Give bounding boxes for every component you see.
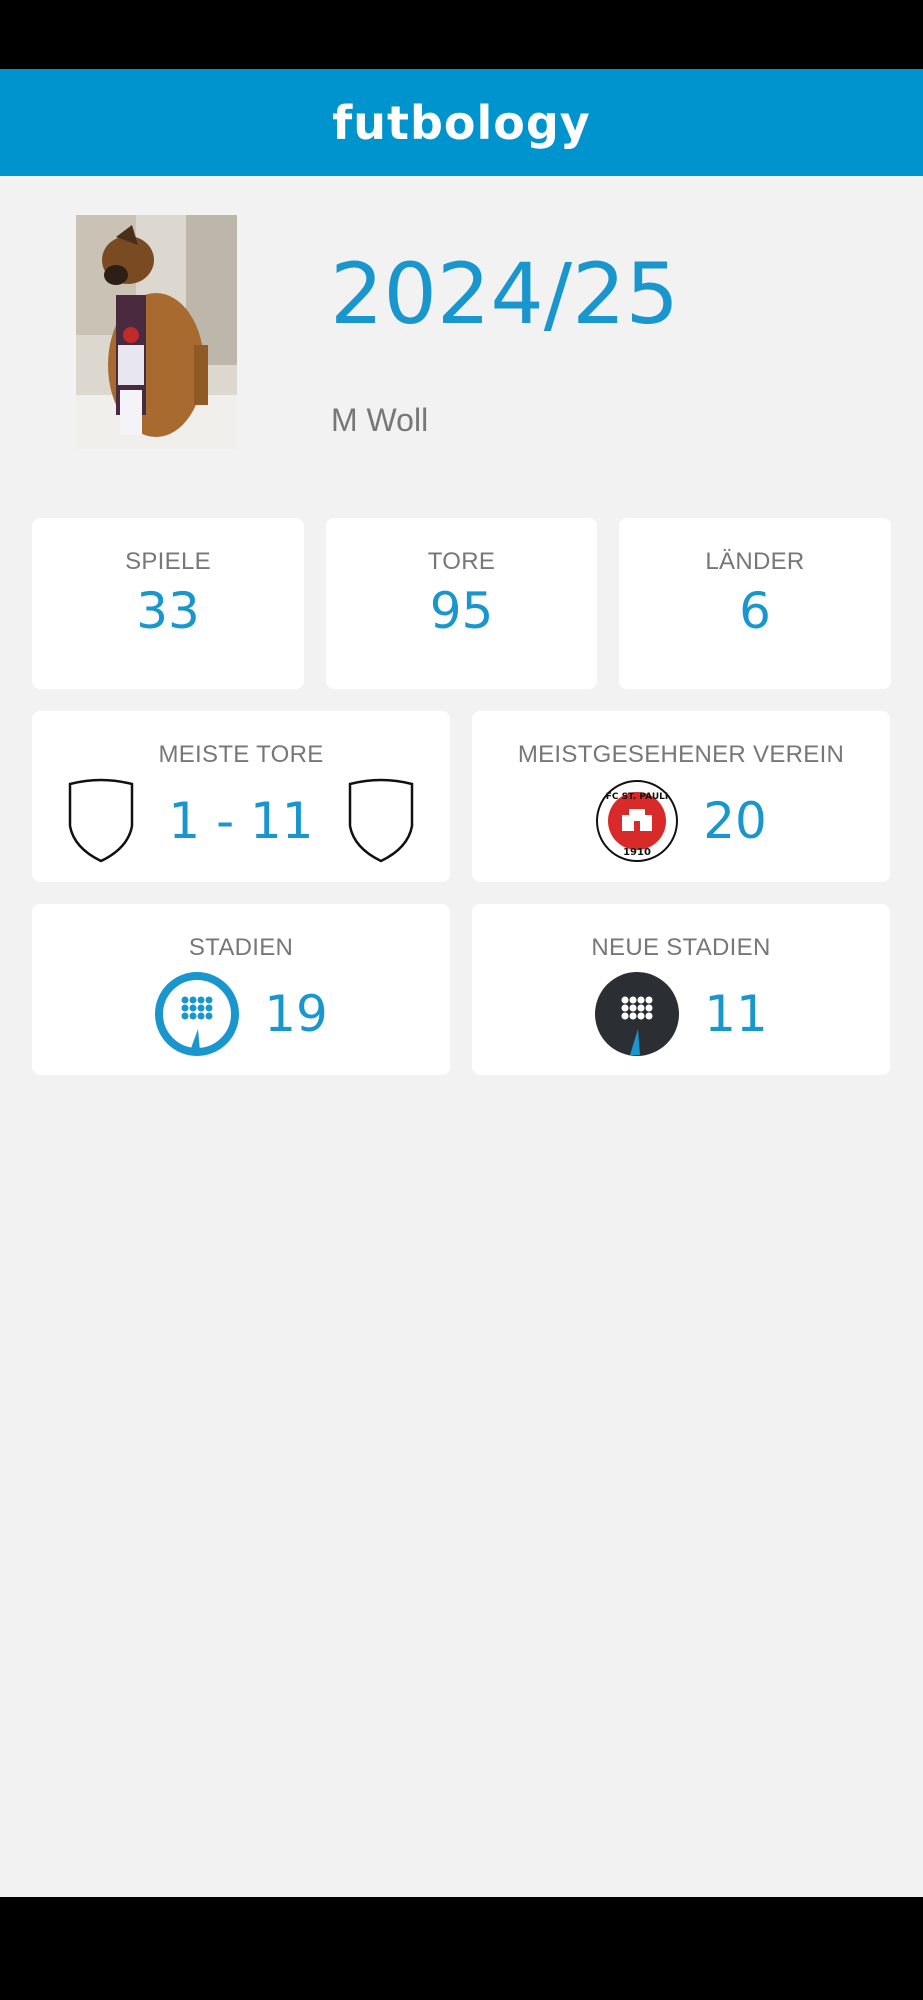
countries-value: 6 [739, 582, 771, 640]
app-logo: futbology [332, 95, 591, 150]
games-card[interactable]: SPIELE 33 [32, 518, 304, 689]
most-seen-club-label: MEISTGESEHENER VEREIN [517, 741, 845, 768]
profile-photo[interactable] [76, 215, 237, 449]
badge-top-text: FC ST. PAULI [606, 792, 669, 802]
new-stadiums-card[interactable]: NEUE STADIEN 11 [472, 904, 890, 1075]
games-label: SPIELE [125, 548, 211, 575]
goals-label: TORE [427, 548, 496, 575]
stadiums-card[interactable]: STADIEN 19 [32, 904, 450, 1075]
dog-with-scarf-image [76, 215, 237, 449]
user-name: M Woll [331, 402, 429, 438]
status-bar [0, 0, 923, 69]
countries-card[interactable]: LÄNDER 6 [619, 518, 891, 689]
badge-year: 1910 [623, 847, 651, 858]
most-seen-club-value: 20 [703, 792, 767, 850]
stadiums-label: STADIEN [188, 934, 294, 961]
system-navigation-bar [0, 1897, 923, 2000]
stadiums-value: 19 [264, 985, 328, 1043]
new-stadiums-label: NEUE STADIEN [591, 934, 771, 961]
stadium-pin-icon [155, 972, 240, 1056]
new-stadiums-value: 11 [704, 985, 768, 1043]
goals-card[interactable]: TORE 95 [326, 518, 597, 689]
season-title: 2024/25 [330, 245, 679, 343]
most-goals-score: 1 - 11 [168, 792, 314, 850]
app-header: futbology [0, 69, 923, 176]
goals-value: 95 [429, 582, 494, 640]
home-team-shield-icon [69, 778, 134, 863]
games-value: 33 [136, 582, 200, 640]
most-goals-card[interactable]: MEISTE TORE 1 - 11 [32, 711, 450, 882]
new-stadium-pin-icon [595, 972, 680, 1056]
most-seen-club-card[interactable]: MEISTGESEHENER VEREIN FC ST. PAULI 1910 … [472, 711, 890, 882]
away-team-shield-icon [348, 778, 413, 863]
st-pauli-club-badge-icon: FC ST. PAULI 1910 [596, 780, 679, 862]
countries-label: LÄNDER [705, 548, 805, 575]
most-goals-label: MEISTE TORE [158, 741, 324, 768]
